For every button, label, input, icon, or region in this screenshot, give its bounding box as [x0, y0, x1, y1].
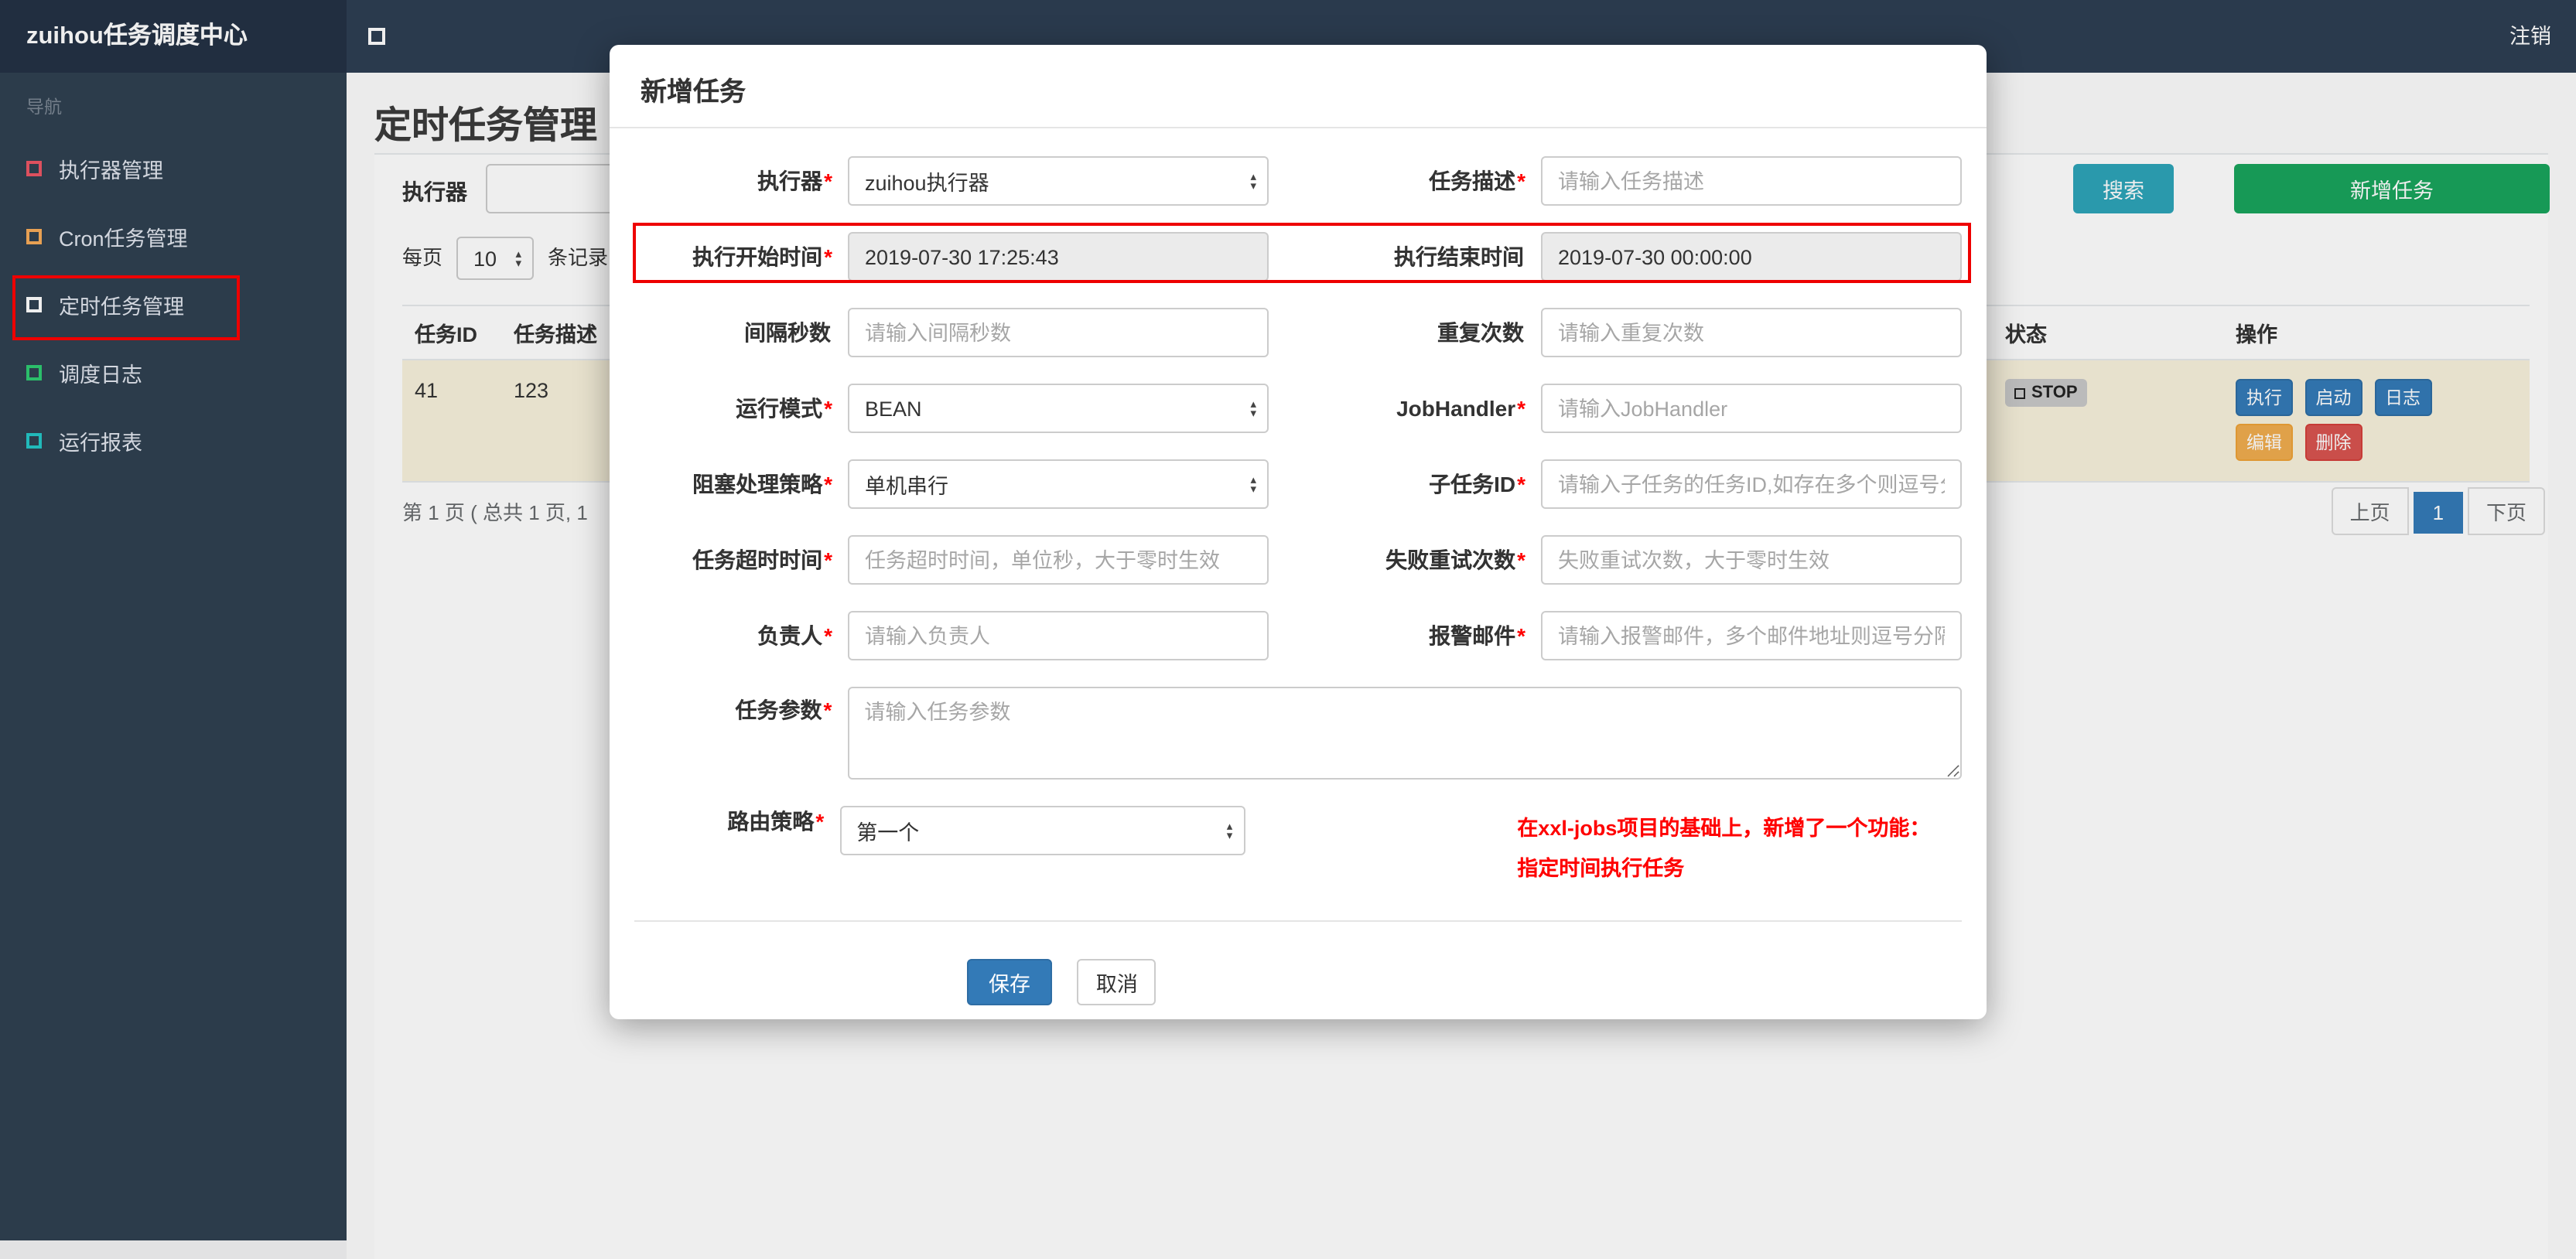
app-root: zuihou任务调度中心 注销 导航 执行器管理 Cron任务管理 定时任务管理…	[0, 0, 2576, 1259]
route-strategy-select[interactable]: 第一个	[839, 806, 1245, 855]
author-input[interactable]	[848, 611, 1269, 660]
block-strategy-label: 阻塞处理策略 *	[692, 472, 832, 496]
child-job-label: 子任务ID *	[1429, 472, 1525, 496]
alarm-email-label: 报警邮件 *	[1429, 623, 1525, 648]
fail-retry-label: 失败重试次数 *	[1385, 548, 1525, 572]
job-desc-label: 任务描述 *	[1429, 169, 1525, 193]
executor-label: 执行器 *	[757, 169, 832, 193]
save-button[interactable]: 保存	[967, 959, 1052, 1005]
route-strategy-select-value: 第一个	[856, 821, 920, 844]
form-row: 负责人* 报警邮件*	[634, 611, 1962, 660]
form-row: 阻塞处理策略* 单机串行 子任务ID*	[634, 459, 1962, 509]
modal-divider	[634, 920, 1962, 922]
interval-label: 间隔秒数	[744, 320, 831, 345]
alarm-email-input[interactable]	[1541, 611, 1962, 660]
form-row: 任务超时时间* 失败重试次数*	[634, 535, 1962, 585]
form-row-route: 路由策略* 第一个 在xxl-jobs项目的基础上，新增了一个功能： 指定时间执…	[634, 806, 1962, 889]
block-strategy-select-value: 单机串行	[865, 475, 948, 498]
select-caret-icon	[1227, 822, 1233, 839]
form-row-time: 执行开始时间* 执行结束时间	[634, 232, 1962, 281]
feature-note-text: 在xxl-jobs项目的基础上，新增了一个功能： 指定时间执行任务	[1517, 817, 1931, 880]
repeat-count-input[interactable]	[1541, 308, 1962, 357]
start-time-input[interactable]	[848, 232, 1269, 281]
end-time-label: 执行结束时间	[1394, 244, 1524, 269]
select-caret-icon	[1250, 476, 1256, 493]
add-task-modal: 新增任务 执行器* zuihou执行器 任务描述* 执行开始时间* 执行结束时间…	[610, 45, 1987, 1019]
modal-body: 执行器* zuihou执行器 任务描述* 执行开始时间* 执行结束时间 间隔秒数…	[610, 128, 1987, 1005]
timeout-label: 任务超时时间 *	[692, 548, 832, 572]
job-handler-label: JobHandler *	[1396, 396, 1525, 421]
child-job-input[interactable]	[1541, 459, 1962, 509]
modal-footer: 保存 取消	[967, 959, 1962, 1005]
run-mode-label: 运行模式 *	[736, 396, 832, 421]
form-row: 执行器* zuihou执行器 任务描述*	[634, 156, 1962, 206]
author-label: 负责人 *	[757, 623, 832, 648]
executor-select[interactable]: zuihou执行器	[848, 156, 1269, 206]
run-mode-select-value: BEAN	[865, 397, 922, 420]
timeout-input[interactable]	[848, 535, 1269, 585]
job-param-label: 任务参数 *	[735, 698, 832, 722]
cancel-button[interactable]: 取消	[1077, 959, 1156, 1005]
form-row: 间隔秒数 重复次数	[634, 308, 1962, 357]
job-handler-input[interactable]	[1541, 384, 1962, 433]
job-desc-input[interactable]	[1541, 156, 1962, 206]
start-time-label: 执行开始时间 *	[692, 244, 832, 269]
form-row: 运行模式* BEAN JobHandler*	[634, 384, 1962, 433]
modal-header: 新增任务	[610, 45, 1987, 128]
fail-retry-input[interactable]	[1541, 535, 1962, 585]
modal-title: 新增任务	[641, 77, 746, 107]
block-strategy-select[interactable]: 单机串行	[848, 459, 1269, 509]
route-strategy-label: 路由策略 *	[727, 809, 825, 834]
end-time-input[interactable]	[1541, 232, 1962, 281]
select-caret-icon	[1250, 172, 1256, 189]
select-caret-icon	[1250, 400, 1256, 417]
form-row-job-param: 任务参数 *	[634, 687, 1962, 780]
interval-input[interactable]	[848, 308, 1269, 357]
repeat-count-label: 重复次数	[1437, 320, 1524, 345]
run-mode-select[interactable]: BEAN	[848, 384, 1269, 433]
executor-select-value: zuihou执行器	[865, 172, 989, 195]
job-param-textarea[interactable]	[847, 687, 1962, 780]
